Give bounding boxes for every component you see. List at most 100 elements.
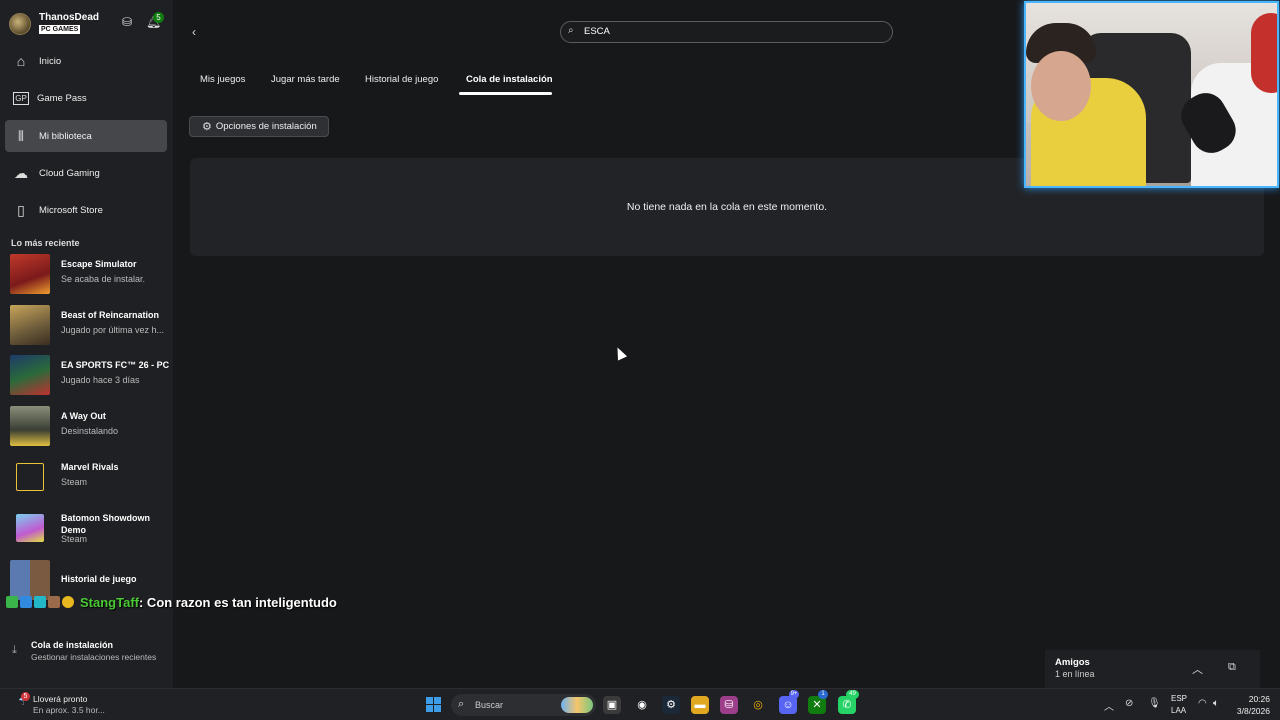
nav-label: Game Pass (37, 92, 87, 104)
profile-badge: PC GAMES (39, 25, 81, 34)
recent-item-name: A Way Out (61, 411, 106, 421)
recent-item-name: Historial de juego (61, 574, 137, 584)
search-input[interactable]: ⌕ ESCA (560, 21, 893, 43)
chrome-icon[interactable]: ◎ (749, 696, 767, 714)
home-icon: ⌂ (16, 53, 26, 69)
nav-microsoft-store[interactable]: ▯ Microsoft Store (5, 194, 167, 226)
recent-item-status: Jugado por última vez h... (61, 325, 165, 335)
webcam-person-left-head (1031, 51, 1091, 121)
recent-item-status: Steam (61, 477, 88, 487)
keyboard-layout-indicator[interactable]: LAA (1171, 706, 1186, 715)
language-indicator[interactable]: ESP (1171, 694, 1187, 703)
avatar[interactable] (9, 13, 31, 35)
chat-text: : Con razon es tan inteligentudo (138, 594, 337, 610)
install-queue-link[interactable]: ⤓ Cola de instalación Gestionar instalac… (10, 638, 170, 666)
nav-game-pass[interactable]: GP Game Pass (5, 82, 167, 114)
cloud-icon: ☁︎ (14, 164, 28, 181)
volume-icon[interactable]: 🔈︎ (1213, 698, 1219, 709)
tab-jugar-mas-tarde[interactable]: Jugar más tarde (271, 74, 340, 85)
discord-badge: 9+ (789, 690, 799, 699)
nav-mi-biblioteca[interactable]: ⫴ Mi biblioteca (5, 120, 167, 152)
game-thumbnail (16, 463, 44, 491)
nav-label: Microsoft Store (39, 204, 103, 216)
nav-inicio[interactable]: ⌂ Inicio (5, 45, 167, 77)
back-button[interactable]: ‹ (185, 22, 203, 42)
taskbar: ☂ 5 Lloverá pronto En aprox. 3.5 hor... … (0, 688, 1280, 720)
chevron-up-icon[interactable]: ︿ (1104, 698, 1114, 713)
windows-start-button[interactable] (426, 697, 441, 712)
stream-chat-message: StangTaff : Con razon es tan inteligentu… (6, 593, 337, 611)
recent-item-name: Escape Simulator (61, 259, 137, 269)
steam-icon[interactable]: ⚙ (662, 696, 680, 714)
recent-item-ea-sports-fc-26[interactable]: EA SPORTS FC™ 26 - PC Jugado hace 3 días (10, 355, 170, 397)
taskbar-search-label: Buscar (475, 700, 504, 710)
store-bag-icon: ▯ (17, 201, 25, 218)
friends-widget[interactable]: Amigos 1 en línea ︿ ⧉ (1045, 650, 1260, 688)
whatsapp-badge: 49 (846, 690, 859, 699)
webcam-overlay (1024, 1, 1279, 188)
pop-out-icon[interactable]: ⧉ (1228, 661, 1236, 674)
install-options-label: Opciones de instalación (215, 121, 317, 132)
streamlabs-icon[interactable]: ⛁ (720, 696, 738, 714)
recent-item-status: Desinstalando (61, 426, 119, 436)
clock-time[interactable]: 20:26 (1232, 694, 1270, 704)
recent-item-a-way-out[interactable]: A Way Out Desinstalando (10, 406, 170, 448)
profile-name: ThanosDead (39, 12, 100, 23)
xbox-badge: 1 (818, 690, 828, 699)
obs-icon[interactable]: ◉ (633, 696, 651, 714)
tab-cola-de-instalacion[interactable]: Cola de instalación (466, 74, 553, 85)
empty-queue-message: No tiene nada en la cola en este momento… (626, 201, 828, 213)
nav-label: Mi biblioteca (39, 130, 92, 142)
network-off-icon[interactable]: ⊘ (1125, 698, 1133, 709)
recent-item-beast-of-reincarnation[interactable]: Beast of Reincarnation Jugado por última… (10, 305, 170, 347)
recent-item-name: Marvel Rivals (61, 462, 119, 472)
search-value: ESCA (584, 26, 610, 37)
chat-badge-icon (34, 596, 46, 608)
weather-title[interactable]: Lloverá pronto (33, 694, 87, 704)
search-highlight-art (561, 697, 593, 713)
recent-item-status: Steam (61, 534, 88, 544)
mouse-cursor (612, 345, 628, 361)
search-icon: ⌕ (568, 25, 574, 36)
recent-item-escape-simulator[interactable]: Escape Simulator Se acaba de instalar. (10, 254, 170, 296)
wifi-icon[interactable]: ◠ (1198, 698, 1207, 709)
search-icon: ⌕ (458, 698, 465, 710)
task-view-icon[interactable]: ▣ (603, 696, 621, 714)
webcam-person-right-hair (1251, 13, 1277, 93)
nav-label: Cloud Gaming (39, 167, 100, 179)
active-tab-indicator (459, 92, 552, 95)
chat-badge-icon (62, 596, 74, 608)
profile[interactable]: ThanosDead PC GAMES (9, 10, 99, 38)
install-options-button[interactable]: ⚙ Opciones de instalación (189, 116, 329, 137)
recent-item-status: Jugado hace 3 días (61, 375, 140, 385)
friends-online: 1 en línea (1055, 669, 1095, 679)
clock-date[interactable]: 3/8/2026 (1222, 706, 1270, 716)
chat-badge-icon (20, 596, 32, 608)
file-explorer-icon[interactable]: ▬ (691, 696, 709, 714)
chat-badge-icon (6, 596, 18, 608)
microphone-icon[interactable]: 🎙︎ (1148, 698, 1161, 709)
taskbar-search[interactable]: ⌕ Buscar (451, 694, 596, 716)
recent-item-status: Se acaba de instalar. (61, 274, 146, 284)
chevron-up-icon[interactable]: ︿ (1192, 661, 1203, 677)
notification-count: 5 (153, 12, 164, 23)
xbox-app: ThanosDead PC GAMES ⛁ 🔔︎ 5 ⌂ Inicio GP G… (0, 0, 1280, 688)
gear-icon: ⚙ (202, 121, 212, 133)
recent-item-name: EA SPORTS FC™ 26 - PC (61, 360, 170, 370)
recent-item-batomon-showdown-demo[interactable]: Batomon Showdown Demo Steam (10, 508, 170, 550)
recent-item-marvel-rivals[interactable]: Marvel Rivals Steam (10, 457, 170, 499)
recent-section-title: Lo más reciente (11, 238, 80, 248)
tab-historial-de-juego[interactable]: Historial de juego (365, 74, 438, 85)
library-icon: ⫴ (18, 127, 24, 144)
tab-mis-juegos[interactable]: Mis juegos (200, 74, 245, 85)
game-thumbnail (16, 514, 44, 542)
game-thumbnail (10, 254, 50, 294)
nav-cloud-gaming[interactable]: ☁︎ Cloud Gaming (5, 157, 167, 189)
nav-label: Inicio (39, 55, 62, 67)
game-thumbnail (10, 355, 50, 395)
recent-item-name: Beast of Reincarnation (61, 310, 160, 320)
wallet-icon[interactable]: ⛁ (120, 15, 134, 29)
weather-alert-badge: 5 (21, 692, 30, 701)
weather-subtitle: En aprox. 3.5 hor... (33, 705, 105, 715)
install-queue-subtitle: Gestionar instalaciones recientes (31, 652, 157, 662)
